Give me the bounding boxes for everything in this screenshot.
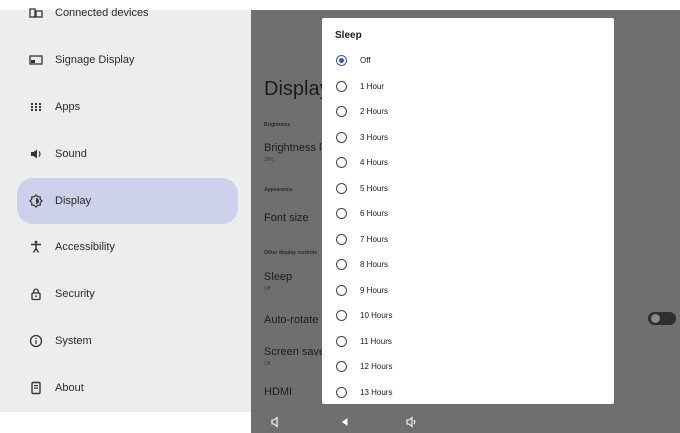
back-icon[interactable] [338,415,352,429]
sleep-option-12-hours[interactable]: 12 Hours [334,356,596,376]
radio-button[interactable] [336,360,347,372]
sleep-dialog: Sleep Off 1 Hour 2 Hours 3 Hours 4 Hours… [322,18,614,404]
sleep-option-off[interactable]: Off [334,50,596,70]
section-header-other: Other display controls [264,250,318,256]
sidebar-item-label: Signage Display [55,54,135,66]
screen-saver-item[interactable]: Screen saver [264,346,329,358]
page-title: Display [264,78,330,100]
sleep-option-5-hours[interactable]: 5 Hours [334,178,596,198]
radio-button[interactable] [336,309,347,321]
option-label: Off [360,55,371,65]
sidebar-item-apps[interactable]: Apps [17,84,238,130]
sleep-option-2-hours[interactable]: 2 Hours [334,101,596,121]
lock-icon [29,287,43,301]
option-label: 4 Hours [360,157,389,167]
radio-button[interactable] [336,156,347,168]
sleep-item[interactable]: Sleep [264,271,292,283]
sidebar-item-display[interactable]: Display [17,178,238,224]
radio-button[interactable] [336,105,347,117]
dialog-title: Sleep [335,30,362,41]
hdmi-item[interactable]: HDMI [264,386,292,398]
sidebar-item-label: Connected devices [55,7,149,19]
radio-button-checked[interactable] [336,54,347,66]
sleep-option-6-hours[interactable]: 6 Hours [334,203,596,223]
sidebar-item-label: Sound [55,148,87,160]
sidebar-item-label: System [55,335,92,347]
system-navigation-bar [0,412,680,433]
volume-up-icon[interactable] [405,415,419,429]
sleep-option-3-hours[interactable]: 3 Hours [334,127,596,147]
option-label: 5 Hours [360,183,389,193]
accessibility-icon [29,240,43,254]
sidebar-item-label: Accessibility [55,241,115,253]
settings-sidebar: Connected devices Signage Display Apps S… [0,7,251,412]
option-label: 11 Hours [360,336,392,346]
sidebar-item-signage-display[interactable]: Signage Display [17,37,238,83]
apps-grid-icon [29,100,43,114]
radio-button[interactable] [336,284,347,296]
sleep-option-11-hours[interactable]: 11 Hours [334,331,596,351]
section-header-brightness: Brightness [264,122,291,128]
sidebar-item-connected-devices[interactable]: Connected devices [17,0,238,36]
auto-rotate-toggle[interactable] [648,312,676,325]
sidebar-item-system[interactable]: System [17,318,238,364]
info-icon [29,334,43,348]
radio-button[interactable] [336,335,347,347]
sleep-option-10-hours[interactable]: 10 Hours [334,305,596,325]
option-label: 1 Hour [360,81,385,91]
option-label: 7 Hours [360,234,389,244]
sidebar-item-about[interactable]: About [17,365,238,411]
radio-button[interactable] [336,131,347,143]
sleep-option-7-hours[interactable]: 7 Hours [334,229,596,249]
device-icon [29,381,43,395]
navbar-scrim [251,412,680,433]
radio-button[interactable] [336,182,347,194]
sidebar-item-security[interactable]: Security [17,271,238,317]
sleep-option-4-hours[interactable]: 4 Hours [334,152,596,172]
sidebar-item-sound[interactable]: Sound [17,131,238,177]
sidebar-item-label: About [55,382,84,394]
sleep-option-9-hours[interactable]: 9 Hours [334,280,596,300]
brightness-value: 39% [264,157,275,163]
signage-display-icon [29,53,43,67]
sleep-option-8-hours[interactable]: 8 Hours [334,254,596,274]
connected-devices-icon [29,6,43,20]
brightness-icon [29,194,43,208]
sidebar-item-label: Apps [55,101,81,113]
option-label: 2 Hours [360,106,389,116]
option-label: 9 Hours [360,285,389,295]
radio-button[interactable] [336,207,347,219]
radio-button[interactable] [336,80,347,92]
sidebar-item-label: Display [55,195,92,207]
toggle-knob [651,314,660,323]
speaker-icon [29,147,43,161]
section-header-appearance: Appearance [264,187,293,193]
option-label: 3 Hours [360,132,389,142]
option-label: 12 Hours [360,361,393,371]
sleep-value: Off [264,286,271,292]
font-size-item[interactable]: Font size [264,212,309,224]
radio-button[interactable] [336,233,347,245]
sidebar-item-accessibility[interactable]: Accessibility [17,224,238,270]
radio-button[interactable] [336,386,347,398]
radio-button[interactable] [336,258,347,270]
option-label: 6 Hours [360,208,389,218]
option-label: 13 Hours [360,387,393,397]
option-label: 10 Hours [360,310,393,320]
sleep-option-1-hour[interactable]: 1 Hour [334,76,596,96]
sidebar-item-label: Security [55,288,95,300]
screen-saver-value: Off [264,361,271,367]
volume-down-icon[interactable] [269,415,283,429]
option-label: 8 Hours [360,259,389,269]
sleep-option-13-hours[interactable]: 13 Hours [334,382,596,402]
